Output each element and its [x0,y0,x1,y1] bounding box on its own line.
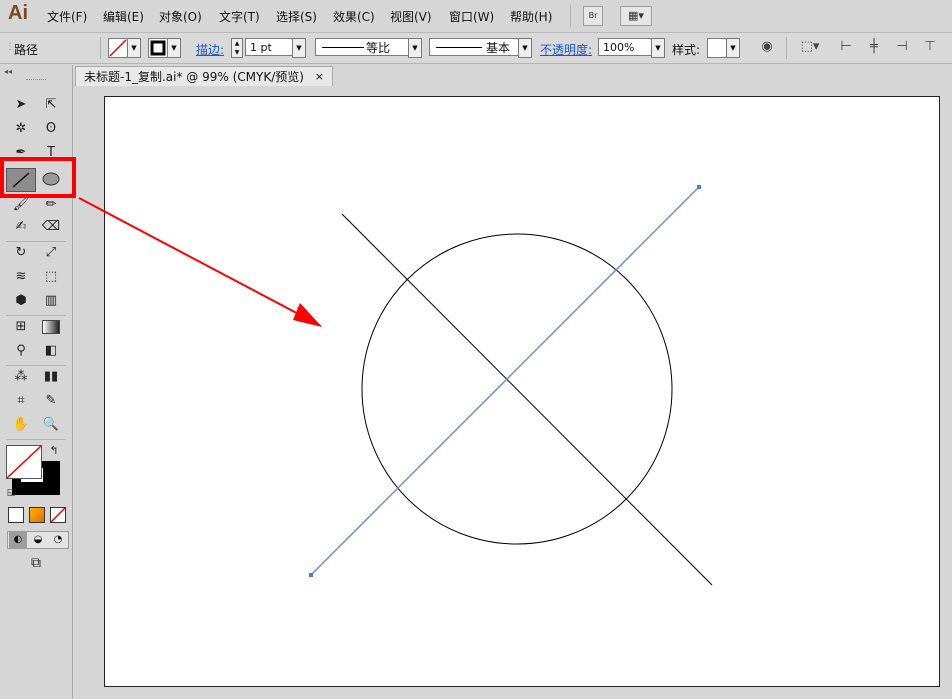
artboard-tool-icon[interactable]: ⌗ [10,391,32,411]
control-separator [100,37,101,59]
gradient-mode-button[interactable] [29,507,45,523]
tools-panel: ◂◂ ➤ ⇱ ✲ ʘ ✒ T 🖌 ✏ ✍ ⌫ ↻ ⤢ ≋ ⬚ ⬢ ▥ ⊞ ⚲ ◧… [0,65,76,699]
brush-line-icon [436,47,482,48]
selection-tool-icon[interactable]: ➤ [10,95,32,115]
column-graph-tool-icon[interactable]: ▮▮ [40,367,62,387]
zoom-tool-icon[interactable]: 🔍 [40,415,62,435]
eyedropper-tool-icon[interactable]: ⚲ [10,341,32,361]
none-mode-button[interactable] [50,507,66,523]
profile-line-icon [322,47,364,48]
blob-brush-tool-icon[interactable]: ✍ [10,217,32,237]
draw-behind-icon[interactable]: ◒ [29,532,47,548]
align-right-icon[interactable]: ⊣ [894,39,910,55]
brush-label: 基本 [486,41,511,55]
graphic-style-swatch[interactable] [707,38,727,58]
control-separator [786,37,787,59]
no-fill-indicator-icon [6,445,42,479]
variable-width-profile[interactable]: 等比 [315,38,409,56]
graphic-style-dropdown[interactable]: ▼ [726,38,740,58]
menu-view[interactable]: 视图(V) [390,8,432,25]
stroke-weight-field[interactable]: 1 pt [245,38,293,56]
free-transform-tool-icon[interactable]: ⬚ [40,267,62,287]
stroke-swatch[interactable] [148,38,168,58]
align-top-icon[interactable]: ⊤ [922,39,938,55]
brush-dropdown[interactable]: ▼ [518,38,532,58]
symbol-sprayer-tool-icon[interactable]: ⁂ [10,367,32,387]
tool-separator [6,315,66,316]
mesh-tool-icon[interactable]: ⊞ [10,317,32,337]
lasso-tool-icon[interactable]: ʘ [40,119,62,139]
menu-object[interactable]: 对象(O) [159,8,202,25]
stroke-dropdown[interactable]: ▼ [167,38,181,58]
opacity-field[interactable]: 100% [598,38,652,56]
stroke-square-icon [150,40,166,56]
menu-help[interactable]: 帮助(H) [510,8,552,25]
document-tab[interactable]: 未标题-1_复制.ai* @ 99% (CMYK/预览) × [75,66,333,86]
panel-grip-icon [26,79,46,82]
opacity-panel-link[interactable]: 不透明度: [540,41,592,58]
fill-dropdown[interactable]: ▼ [127,38,141,58]
style-label: 样式: [672,43,701,57]
profile-label: 等比 [366,41,391,55]
workspace-switcher-button[interactable]: ▦▾ [620,6,652,26]
magic-wand-tool-icon[interactable]: ✲ [10,119,32,139]
grid-layout-icon: ▦▾ [628,9,644,22]
paintbrush-tool-icon[interactable]: 🖌 [10,195,32,215]
close-tab-icon[interactable]: × [315,67,324,87]
profile-dropdown[interactable]: ▼ [408,38,422,58]
document-title: 未标题-1_复制.ai* @ 99% (CMYK/预览) [84,70,304,84]
menu-effect[interactable]: 效果(C) [333,8,375,25]
app-logo: Ai [8,2,28,24]
recolor-artwork-icon[interactable]: ◉ [759,39,775,55]
fill-color-box[interactable] [6,445,42,479]
stroke-weight-dropdown[interactable]: ▼ [292,38,306,58]
hand-tool-icon[interactable]: ✋ [10,415,32,435]
menu-separator [570,5,571,27]
tool-separator [6,241,66,242]
pencil-tool-icon[interactable]: ✏ [40,195,62,215]
blend-tool-icon[interactable]: ◧ [40,341,62,361]
color-mode-button[interactable] [8,507,24,523]
menu-type[interactable]: 文字(T) [219,8,260,25]
screen-mode-icon[interactable]: ⧉ [24,553,48,573]
menu-edit[interactable]: 编辑(E) [103,8,144,25]
transform-icon[interactable]: ⬚▾ [798,39,822,55]
gradient-tool-icon[interactable] [40,317,62,337]
warp-tool-icon[interactable]: ≋ [10,267,32,287]
stroke-panel-link[interactable]: 描边: [196,41,224,58]
stroke-weight-stepper[interactable]: ▲ ▼ [231,38,243,58]
menu-select[interactable]: 选择(S) [276,8,317,25]
bridge-button[interactable]: Br [583,6,603,26]
menu-file[interactable]: 文件(F) [47,8,87,25]
brush-definition[interactable]: 基本 [429,38,519,56]
slice-tool-icon[interactable]: ✎ [40,391,62,411]
collapse-panel-icon[interactable]: ◂◂ [4,67,12,76]
menu-bar: Ai 文件(F) 编辑(E) 对象(O) 文字(T) 选择(S) 效果(C) 视… [0,0,952,33]
scale-tool-icon[interactable]: ⤢ [40,243,62,263]
control-bar: ⋮ 路径 ▼ ▼ 描边: ▲ ▼ 1 pt ▼ 等比 ▼ 基本 ▼ 不透明度: 1… [0,33,952,64]
menu-window[interactable]: 窗口(W) [449,8,494,25]
artboard[interactable] [104,96,940,687]
tool-separator [6,365,66,366]
direct-selection-tool-icon[interactable]: ⇱ [40,95,62,115]
default-fill-stroke-icon[interactable]: ◱ [4,483,18,498]
perspective-grid-tool-icon[interactable]: ▥ [40,291,62,311]
no-fill-icon [109,39,127,57]
selection-type-label: 路径 [14,43,39,57]
draw-normal-icon[interactable]: ◐ [9,532,27,548]
tool-highlight-box [0,157,76,198]
drawing-modes-group: ◐ ◒ ◔ [7,531,69,549]
shape-builder-tool-icon[interactable]: ⬢ [10,291,32,311]
rotate-tool-icon[interactable]: ↻ [10,243,32,263]
align-center-icon[interactable]: ╪ [866,39,882,55]
fill-swatch[interactable] [108,38,128,58]
swap-fill-stroke-icon[interactable]: ↰ [46,441,62,457]
opacity-dropdown[interactable]: ▼ [651,38,665,58]
tool-separator [6,439,66,440]
eraser-tool-icon[interactable]: ⌫ [40,217,62,237]
draw-inside-icon[interactable]: ◔ [49,532,67,548]
align-left-icon[interactable]: ⊢ [838,39,854,55]
